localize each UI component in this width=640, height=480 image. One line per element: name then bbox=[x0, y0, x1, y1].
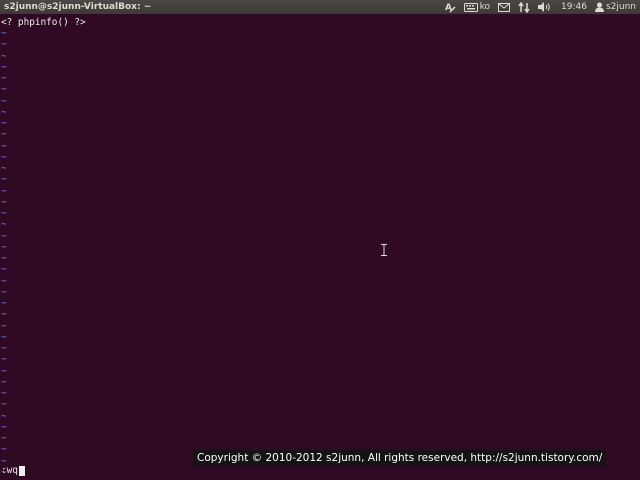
empty-line-marker: ~ bbox=[1, 298, 7, 309]
clock: 19:46 bbox=[561, 2, 587, 12]
empty-line-marker: ~ bbox=[1, 230, 7, 242]
empty-line-marker: ~ bbox=[1, 185, 7, 197]
empty-line-marker: ~ bbox=[1, 365, 7, 377]
clock-indicator[interactable]: 19:46 bbox=[555, 0, 591, 14]
empty-line-marker: ~ bbox=[1, 73, 7, 84]
empty-line-marker: ~ bbox=[1, 151, 7, 163]
empty-line-marker: ~ bbox=[1, 106, 7, 118]
keyboard-layout-label: ko bbox=[479, 2, 491, 12]
empty-line-marker: ~ bbox=[1, 286, 7, 298]
empty-line-marker: ~ bbox=[1, 275, 7, 287]
empty-line-marker: ~ bbox=[1, 95, 7, 107]
empty-line-marker: ~ bbox=[1, 421, 7, 433]
empty-line-marker: ~ bbox=[1, 444, 7, 456]
username: s2junn bbox=[605, 2, 636, 12]
empty-line-marker: ~ bbox=[1, 208, 7, 219]
empty-line-marker: ~ bbox=[1, 331, 7, 343]
empty-line-marker: ~ bbox=[1, 376, 7, 388]
top-panel: s2junn@s2junn-VirtualBox: ~ A ko 19:46 s… bbox=[0, 0, 640, 14]
empty-line-marker: ~ bbox=[1, 118, 7, 129]
text-entry-icon: A bbox=[444, 1, 456, 13]
empty-line-marker: ~ bbox=[1, 61, 7, 73]
text-entry-indicator[interactable]: A bbox=[440, 0, 460, 14]
empty-line-marker: ~ bbox=[1, 219, 7, 231]
volume-indicator[interactable] bbox=[534, 0, 555, 14]
empty-line-marker: ~ bbox=[1, 433, 7, 444]
user-icon bbox=[594, 2, 604, 12]
user-indicator[interactable]: s2junn bbox=[591, 0, 640, 14]
empty-line-marker: ~ bbox=[1, 264, 7, 276]
terminal-window[interactable] bbox=[0, 14, 640, 480]
text-cursor bbox=[18, 465, 25, 476]
empty-line-marker: ~ bbox=[1, 50, 7, 62]
empty-line-marker: ~ bbox=[1, 196, 7, 208]
empty-line-marker: ~ bbox=[1, 410, 7, 422]
keyboard-icon bbox=[463, 2, 478, 12]
keyboard-indicator[interactable]: ko bbox=[460, 0, 494, 14]
empty-line-marker: ~ bbox=[1, 388, 7, 399]
empty-line-marker: ~ bbox=[1, 399, 7, 411]
empty-line-marker: ~ bbox=[1, 28, 7, 39]
window-title: s2junn@s2junn-VirtualBox: ~ bbox=[4, 2, 152, 12]
empty-line-marker: ~ bbox=[1, 39, 7, 51]
messaging-indicator[interactable] bbox=[494, 0, 514, 14]
mail-icon bbox=[498, 2, 511, 12]
indicator-area: A ko 19:46 s2junn bbox=[440, 0, 640, 14]
empty-line-marker: ~ bbox=[1, 343, 7, 354]
network-indicator[interactable] bbox=[514, 0, 534, 14]
empty-line-marker: ~ bbox=[1, 253, 7, 264]
command-text: :wq bbox=[1, 465, 18, 476]
empty-line-marker: ~ bbox=[1, 309, 7, 321]
empty-line-marker: ~ bbox=[1, 163, 7, 174]
network-icon bbox=[518, 1, 530, 13]
empty-line-marker: ~ bbox=[1, 129, 7, 141]
copyright-watermark: Copyright © 2010-2012 s2junn, All rights… bbox=[193, 450, 607, 466]
empty-line-marker: ~ bbox=[1, 241, 7, 253]
empty-line-marker: ~ bbox=[1, 84, 7, 96]
volume-icon bbox=[538, 2, 551, 12]
editor-line: <? phpinfo() ?> bbox=[1, 17, 86, 28]
empty-line-marker: ~ bbox=[1, 140, 7, 152]
ibeam-cursor-icon bbox=[381, 244, 387, 256]
vim-command-line[interactable]: :wq bbox=[1, 465, 25, 476]
empty-line-marker: ~ bbox=[1, 354, 7, 366]
empty-line-marker: ~ bbox=[1, 320, 7, 332]
empty-line-marker: ~ bbox=[1, 174, 7, 186]
